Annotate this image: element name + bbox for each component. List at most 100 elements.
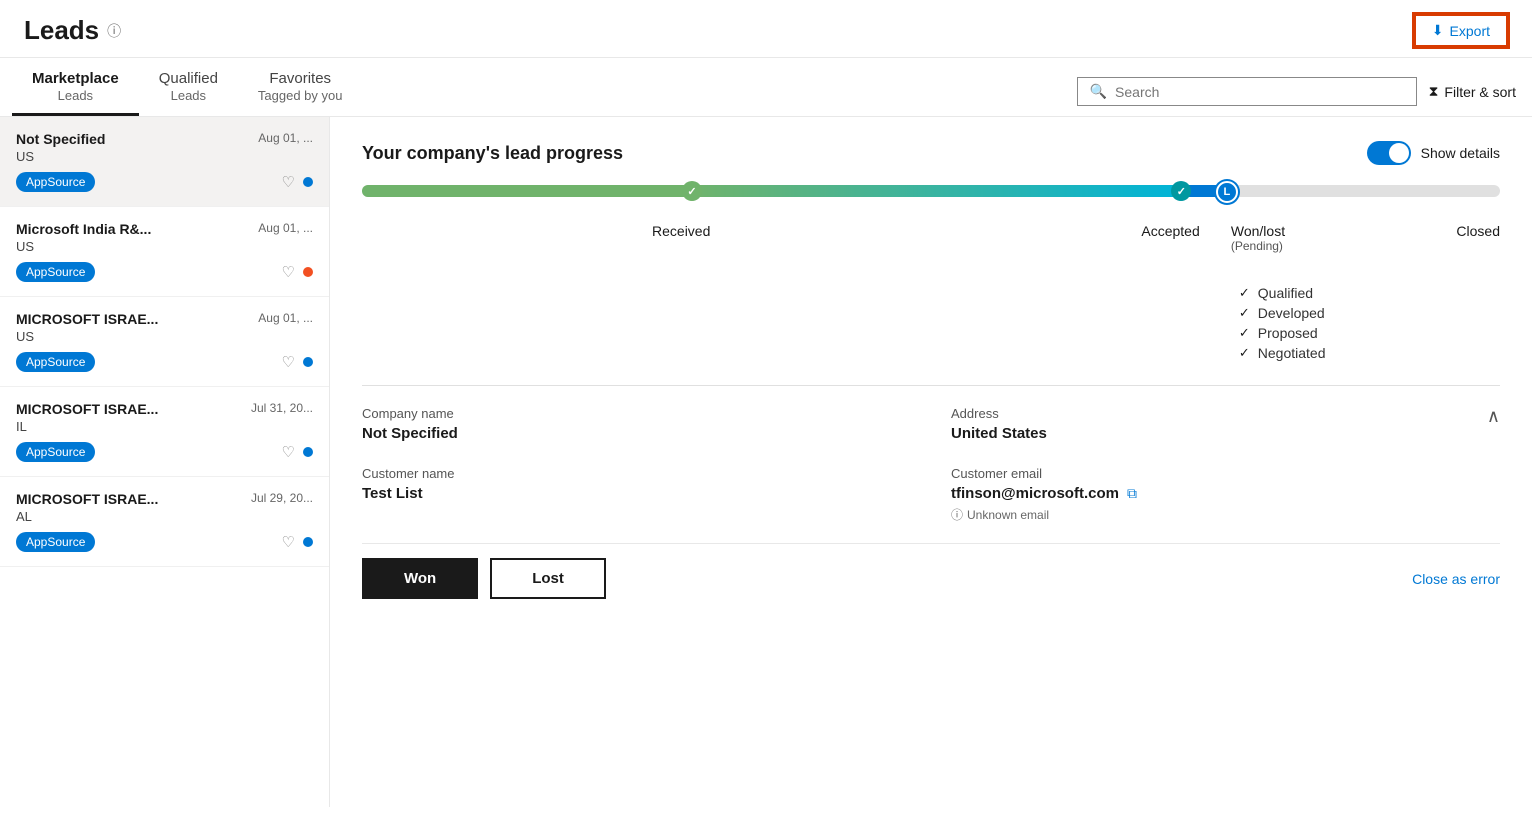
unknown-email-icon: ⓘ [951, 506, 963, 523]
badge-appsource: AppSource [16, 442, 95, 462]
lead-date: Aug 01, ... [258, 221, 313, 235]
search-input[interactable] [1115, 84, 1404, 100]
tab-favorites-sublabel: Tagged by you [258, 88, 343, 103]
lead-list: Not Specified Aug 01, ... US AppSource ♡… [0, 117, 330, 807]
tab-favorites-label: Favorites [258, 70, 343, 87]
export-button[interactable]: ⬇ Export [1414, 14, 1508, 47]
customer-name-value: Test List [362, 485, 911, 502]
customer-name-field: Customer name Test List [362, 466, 911, 523]
badge-appsource: AppSource [16, 532, 95, 552]
tab-marketplace-sublabel: Leads [32, 88, 119, 103]
lead-item[interactable]: MICROSOFT ISRAE... Aug 01, ... US AppSou… [0, 297, 329, 387]
lead-item[interactable]: Microsoft India R&... Aug 01, ... US App… [0, 207, 329, 297]
lead-company-name: MICROSOFT ISRAE... [16, 311, 158, 327]
lead-company-name: Microsoft India R&... [16, 221, 151, 237]
check-item: ✓ Proposed [1239, 325, 1500, 341]
progress-bar-container: ✓ ✓ L [362, 185, 1500, 215]
tabs-right: 🔍 ⧗ Filter & sort [1077, 77, 1532, 116]
lead-country: US [16, 239, 313, 254]
progress-fill-received [362, 185, 692, 197]
customer-email-value: tfinson@microsoft.com [951, 485, 1119, 502]
label-closed: Closed [1456, 223, 1500, 239]
lead-country: US [16, 149, 313, 164]
export-icon: ⬇ [1432, 22, 1444, 39]
lead-date: Jul 31, 20... [251, 401, 313, 415]
address-label: Address [951, 406, 1500, 421]
favorite-icon[interactable]: ♡ [282, 353, 295, 371]
lead-item[interactable]: Not Specified Aug 01, ... US AppSource ♡ [0, 117, 329, 207]
lead-item[interactable]: MICROSOFT ISRAE... Jul 31, 20... IL AppS… [0, 387, 329, 477]
label-accepted: Accepted [1141, 223, 1199, 239]
stage-marker-wonlost: L [1216, 181, 1238, 203]
progress-title: Your company's lead progress [362, 143, 623, 164]
toggle-area: Show details [1367, 141, 1500, 165]
customer-email-label: Customer email [951, 466, 1500, 481]
close-as-error-link[interactable]: Close as error [1412, 571, 1500, 587]
favorite-icon[interactable]: ♡ [282, 533, 295, 551]
show-details-toggle[interactable] [1367, 141, 1411, 165]
unknown-email-note: ⓘ Unknown email [951, 506, 1500, 523]
page-title-area: Leads ⓘ [24, 15, 121, 46]
page-title: Leads [24, 15, 99, 46]
tab-qualified-sublabel: Leads [159, 88, 218, 103]
filter-sort-button[interactable]: ⧗ Filter & sort [1429, 83, 1516, 100]
badge-appsource: AppSource [16, 262, 95, 282]
tab-favorites[interactable]: Favorites Tagged by you [238, 58, 363, 116]
tab-marketplace[interactable]: Marketplace Leads [12, 58, 139, 116]
company-name-value: Not Specified [362, 425, 911, 442]
company-name-field: Company name Not Specified [362, 406, 911, 442]
address-field: Address United States [951, 406, 1500, 442]
lead-company-name: Not Specified [16, 131, 105, 147]
won-button[interactable]: Won [362, 558, 478, 599]
label-received: Received [652, 223, 710, 239]
favorite-icon[interactable]: ♡ [282, 263, 295, 281]
detail-panel: Your company's lead progress Show detail… [330, 117, 1532, 807]
tab-qualified[interactable]: Qualified Leads [139, 58, 238, 116]
status-dot [303, 537, 313, 547]
info-icon[interactable]: ⓘ [107, 21, 121, 41]
status-dot [303, 357, 313, 367]
progress-fill-accepted [692, 185, 1181, 197]
lead-company-name: MICROSOFT ISRAE... [16, 401, 158, 417]
status-dot [303, 447, 313, 457]
favorite-icon[interactable]: ♡ [282, 173, 295, 191]
lead-date: Jul 29, 20... [251, 491, 313, 505]
lead-country: IL [16, 419, 313, 434]
check-item: ✓ Negotiated [1239, 345, 1500, 361]
copy-icon[interactable]: ⧉ [1127, 485, 1137, 502]
check-item: ✓ Developed [1239, 305, 1500, 321]
toggle-knob [1389, 143, 1409, 163]
checkmarks-list: ✓ Qualified ✓ Developed ✓ Proposed ✓ Neg… [1231, 285, 1500, 361]
search-box: 🔍 [1077, 77, 1417, 106]
detail-fields-area: ∧ Company name Not Specified Address Uni… [362, 406, 1500, 523]
label-wonlost: Won/lost (Pending) [1231, 223, 1285, 253]
progress-header: Your company's lead progress Show detail… [362, 141, 1500, 165]
filter-icon: ⧗ [1429, 83, 1439, 100]
status-dot [303, 267, 313, 277]
lead-date: Aug 01, ... [258, 131, 313, 145]
detail-fields: Company name Not Specified Address Unite… [362, 406, 1500, 523]
progress-section: Your company's lead progress Show detail… [362, 141, 1500, 361]
stage-marker-received: ✓ [682, 181, 702, 201]
badge-appsource: AppSource [16, 172, 95, 192]
lead-country: US [16, 329, 313, 344]
company-name-label: Company name [362, 406, 911, 421]
check-item: ✓ Qualified [1239, 285, 1500, 301]
show-details-label: Show details [1421, 145, 1500, 161]
favorite-icon[interactable]: ♡ [282, 443, 295, 461]
lost-button[interactable]: Lost [490, 558, 606, 599]
customer-email-field: Customer email tfinson@microsoft.com ⧉ ⓘ… [951, 466, 1500, 523]
address-value: United States [951, 425, 1500, 442]
tab-marketplace-label: Marketplace [32, 70, 119, 87]
main-layout: Not Specified Aug 01, ... US AppSource ♡… [0, 117, 1532, 807]
progress-track: ✓ ✓ L [362, 185, 1500, 197]
collapse-icon[interactable]: ∧ [1487, 406, 1500, 427]
progress-labels: Received Accepted Won/lost (Pending) Clo… [362, 223, 1500, 273]
lead-item[interactable]: MICROSOFT ISRAE... Jul 29, 20... AL AppS… [0, 477, 329, 567]
filter-sort-label: Filter & sort [1444, 84, 1516, 100]
tab-qualified-label: Qualified [159, 70, 218, 87]
bottom-bar: Won Lost Close as error [362, 543, 1500, 613]
tabs-bar: Marketplace Leads Qualified Leads Favori… [0, 58, 1532, 117]
page-header: Leads ⓘ ⬇ Export [0, 0, 1532, 58]
search-icon: 🔍 [1090, 83, 1107, 100]
